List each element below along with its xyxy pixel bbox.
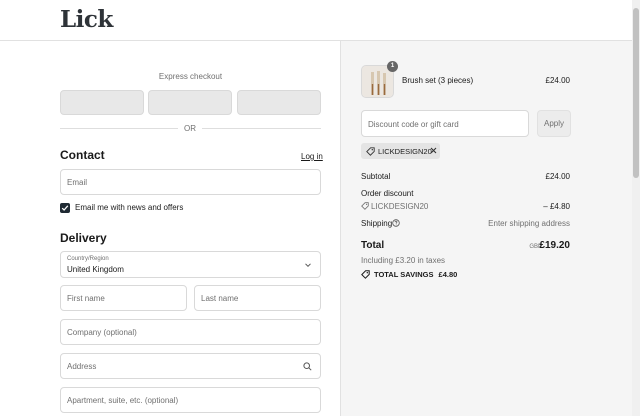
product-name: Brush set (3 pieces)	[402, 76, 474, 85]
express-pay-button-3[interactable]	[237, 90, 321, 115]
express-checkout-title: Express checkout	[158, 72, 223, 81]
tag-icon	[366, 147, 375, 156]
first-name-field[interactable]: First name	[60, 285, 187, 311]
savings-label: TOTAL SAVINGS	[374, 270, 434, 279]
scrollbar-thumb[interactable]	[633, 8, 639, 178]
savings-tag-icon	[361, 270, 370, 279]
discount-code-label: LICKDESIGN20	[371, 202, 429, 211]
quantity-badge: 1	[387, 61, 398, 72]
express-pay-button-2[interactable]	[148, 90, 232, 115]
checkout-form: Express checkout OR Contact Log in Email…	[0, 41, 340, 416]
page-header: Lick	[0, 0, 632, 41]
check-icon	[61, 205, 69, 211]
applied-discount-tag: LICKDESIGN20	[361, 143, 440, 159]
subtotal-label: Subtotal	[361, 172, 391, 181]
divider-right	[202, 128, 321, 129]
product-price: £24.00	[545, 76, 570, 85]
divider-left	[60, 128, 178, 129]
newsletter-label[interactable]: Email me with news and offers	[75, 203, 183, 212]
address-field[interactable]: Address	[60, 353, 321, 379]
savings-value: £4.80	[438, 270, 458, 279]
search-icon	[303, 362, 312, 371]
shipping-label: Shipping	[361, 219, 393, 228]
order-discount-label: Order discount	[361, 189, 414, 198]
contact-heading: Contact	[60, 148, 105, 162]
remove-discount-close-icon[interactable]	[429, 146, 438, 155]
company-field[interactable]: Company (optional)	[60, 319, 321, 345]
last-name-field[interactable]: Last name	[194, 285, 321, 311]
country-select[interactable]: Country/Region United Kingdom	[60, 251, 321, 278]
company-placeholder: Company (optional)	[67, 328, 137, 337]
country-value: United Kingdom	[67, 265, 124, 274]
order-summary: 1 Brush set (3 pieces) £24.00 Discount c…	[340, 41, 632, 416]
discount-value: – £4.80	[543, 202, 570, 211]
brand-logo[interactable]: Lick	[60, 6, 113, 33]
help-icon[interactable]	[392, 219, 400, 227]
or-divider-label: OR	[184, 124, 196, 133]
total-savings: TOTAL SAVINGS £4.80	[374, 270, 457, 279]
email-placeholder: Email	[67, 178, 88, 187]
apply-discount-button[interactable]: Apply	[537, 110, 571, 137]
newsletter-checkbox[interactable]	[60, 203, 70, 213]
total-label: Total	[361, 240, 385, 251]
first-name-placeholder: First name	[67, 294, 105, 303]
subtotal-value: £24.00	[545, 172, 570, 181]
apartment-placeholder: Apartment, suite, etc. (optional)	[67, 396, 179, 405]
discount-placeholder: Discount code or gift card	[368, 120, 459, 129]
discount-code-input[interactable]: Discount code or gift card	[361, 110, 529, 137]
address-placeholder: Address	[67, 362, 97, 371]
delivery-heading: Delivery	[60, 231, 107, 245]
chevron-down-icon	[305, 263, 311, 268]
taxes-note: Including £3.20 in taxes	[361, 256, 446, 265]
express-pay-button-1[interactable]	[60, 90, 144, 115]
apartment-field[interactable]: Apartment, suite, etc. (optional)	[60, 387, 321, 413]
last-name-placeholder: Last name	[201, 294, 239, 303]
applied-code-label: LICKDESIGN20	[378, 147, 432, 156]
email-field[interactable]: Email	[60, 169, 321, 195]
shipping-value: Enter shipping address	[488, 219, 570, 228]
discount-tag-icon	[361, 202, 369, 210]
login-link[interactable]: Log in	[301, 152, 323, 161]
page-scrollbar[interactable]	[632, 0, 640, 416]
total-value: £19.20	[539, 240, 570, 251]
country-label: Country/Region	[67, 256, 109, 262]
